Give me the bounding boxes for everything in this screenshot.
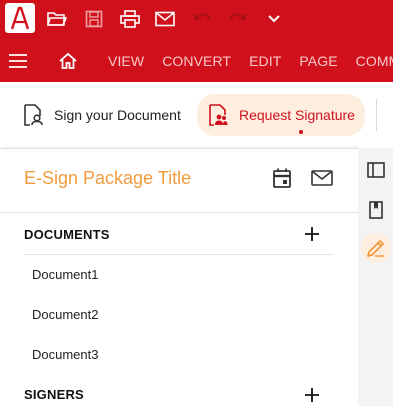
menu-bar: VIEW CONVERT EDIT PAGE COMM	[0, 40, 393, 82]
menu-item-convert[interactable]: CONVERT	[162, 53, 231, 69]
bookmark-icon[interactable]	[361, 195, 391, 225]
sign-document-label: Sign your Document	[54, 107, 181, 123]
sign-toolbar: Sign your Document Request Signature	[0, 82, 393, 148]
panel-divider	[0, 212, 358, 213]
documents-rule	[24, 254, 334, 255]
open-folder-icon[interactable]	[46, 8, 68, 30]
save-icon[interactable]	[83, 8, 105, 30]
app-logo-icon	[5, 3, 35, 33]
hamburger-icon[interactable]	[7, 50, 29, 72]
sign-document-icon	[22, 104, 44, 126]
calendar-icon[interactable]	[270, 166, 294, 190]
home-icon[interactable]	[57, 50, 79, 72]
sign-document-tab[interactable]: Sign your Document	[22, 94, 181, 136]
menu-item-edit[interactable]: EDIT	[249, 53, 281, 69]
panel-layout-icon[interactable]	[361, 155, 391, 185]
print-icon[interactable]	[119, 8, 141, 30]
toolbar-separator	[376, 99, 377, 131]
add-document-button[interactable]	[302, 224, 322, 244]
request-signature-tab[interactable]: Request Signature	[197, 94, 365, 136]
right-rail	[358, 148, 393, 406]
menu-item-page[interactable]: PAGE	[299, 53, 337, 69]
email-message-icon[interactable]	[310, 166, 334, 190]
menu-items: VIEW CONVERT EDIT PAGE COMM	[108, 40, 393, 82]
active-tab-indicator	[299, 130, 303, 134]
undo-icon[interactable]	[191, 8, 213, 30]
email-icon[interactable]	[154, 8, 176, 30]
signature-pen-icon[interactable]	[361, 233, 391, 263]
signers-heading: SIGNERS	[24, 387, 84, 402]
document-item[interactable]: Document3	[32, 347, 98, 362]
add-signer-button[interactable]	[302, 385, 322, 405]
chevron-down-icon[interactable]	[263, 8, 285, 30]
request-signature-label: Request Signature	[239, 107, 355, 123]
document-item[interactable]: Document2	[32, 307, 98, 322]
request-signature-icon	[207, 104, 229, 126]
documents-heading: DOCUMENTS	[24, 227, 110, 242]
document-item[interactable]: Document1	[32, 267, 98, 282]
menu-item-view[interactable]: VIEW	[108, 53, 144, 69]
redo-icon[interactable]	[227, 8, 249, 30]
title-bar	[0, 0, 393, 40]
package-title[interactable]: E-Sign Package Title	[24, 168, 191, 189]
menu-item-comment[interactable]: COMM	[356, 53, 393, 69]
